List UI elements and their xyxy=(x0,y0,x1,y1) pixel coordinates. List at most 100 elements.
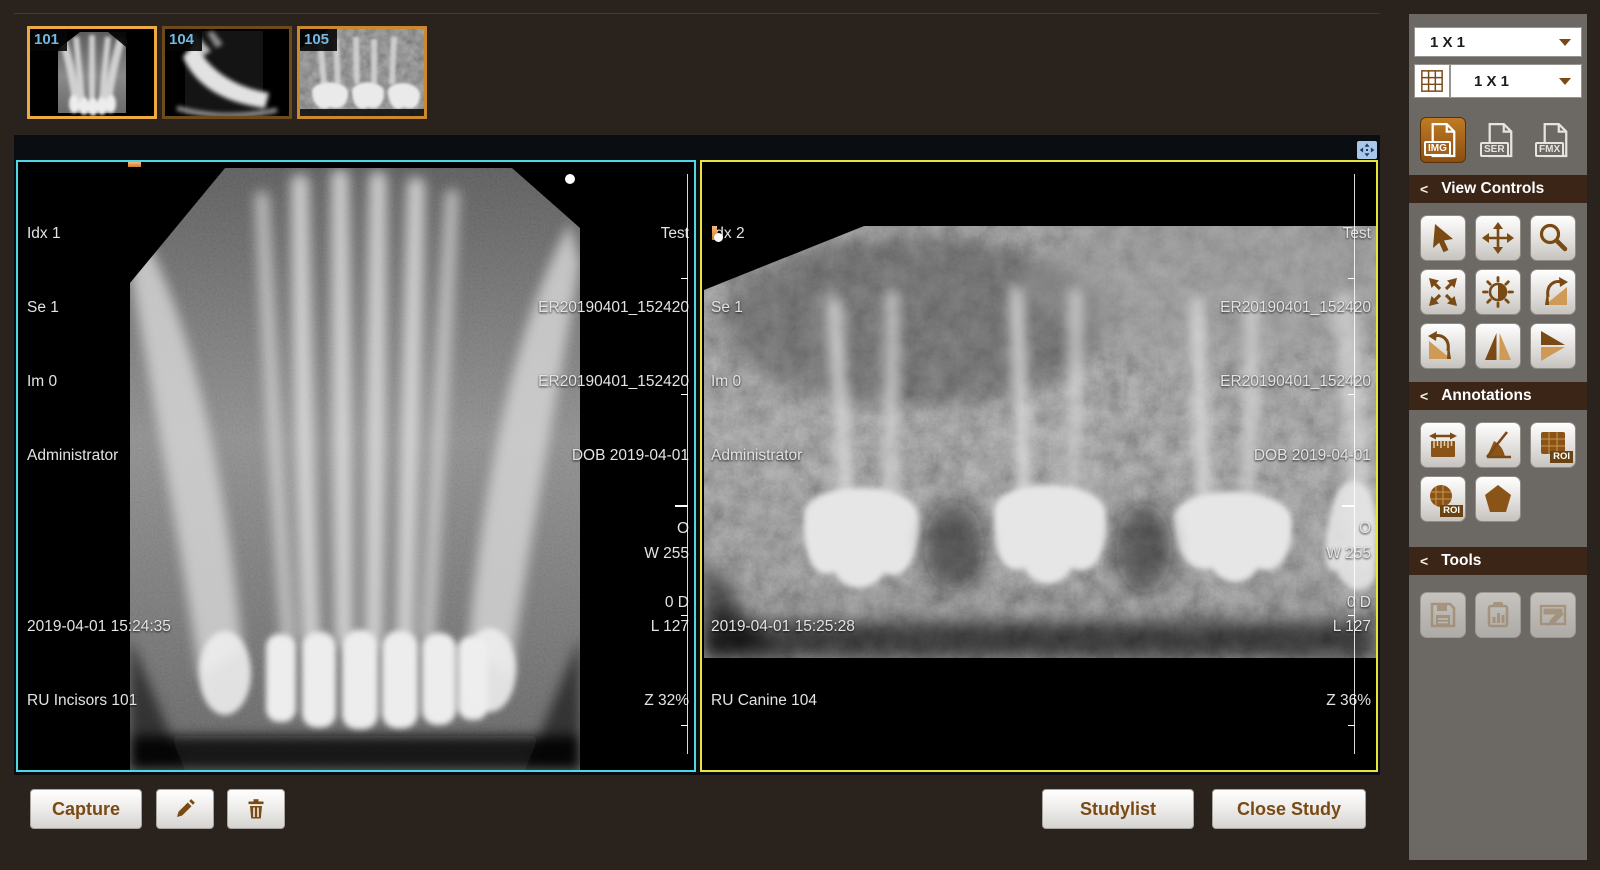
viewport1-info-topleft: Idx 1 Se 1 Im 0 Administrator xyxy=(27,173,118,517)
mode-img-button[interactable]: IMG xyxy=(1420,117,1466,163)
angle-icon xyxy=(1481,428,1515,462)
orientation-dot-marker xyxy=(565,174,575,184)
series-id-label: ER20190401_152420 xyxy=(538,370,689,395)
orientation-tick-marker xyxy=(128,162,141,167)
thumbnail-104[interactable]: 104 xyxy=(162,26,292,119)
capture-button[interactable]: Capture xyxy=(30,789,142,829)
dob-label: DOB 2019-04-01 xyxy=(538,444,689,469)
window-label: W 255 xyxy=(644,542,689,567)
pan-tool-button[interactable] xyxy=(1475,215,1521,261)
level-label: L 127 xyxy=(1326,615,1371,640)
trash-icon xyxy=(244,797,268,821)
mode-ser-label: SER xyxy=(1480,142,1509,157)
collapse-chevron-icon: < xyxy=(1420,388,1428,404)
scale-ruler xyxy=(687,174,688,754)
series-label: Se 1 xyxy=(711,296,802,321)
ellipse-roi-tool-button[interactable]: ROI xyxy=(1420,476,1466,522)
window-label: W 255 xyxy=(1326,542,1371,567)
section-title: View Controls xyxy=(1441,180,1544,198)
polygon-icon xyxy=(1481,482,1515,516)
section-tools[interactable]: < Tools xyxy=(1409,547,1587,575)
series-layout-dropdown[interactable]: 1 X 1 xyxy=(1414,27,1582,57)
level-label: L 127 xyxy=(644,615,689,640)
close-study-label: Close Study xyxy=(1237,799,1341,820)
mode-ser-button[interactable]: SER xyxy=(1477,117,1523,163)
collapse-chevron-icon: < xyxy=(1420,553,1428,569)
flip-horizontal-icon xyxy=(1481,329,1515,363)
viewport1-info-bottomright: W 255 L 127 Z 32% xyxy=(644,492,689,763)
section-title: Tools xyxy=(1441,552,1481,570)
grid-layout-button[interactable] xyxy=(1414,64,1450,98)
section-title: Annotations xyxy=(1441,387,1531,405)
flip-vertical-tool-button[interactable] xyxy=(1530,323,1576,369)
close-study-button[interactable]: Close Study xyxy=(1212,789,1366,829)
patient-label: Test xyxy=(538,222,689,247)
patient-label: Test xyxy=(1220,222,1371,247)
rotate-right-tool-button[interactable] xyxy=(1530,269,1576,315)
magnify-tool-button[interactable] xyxy=(1530,215,1576,261)
top-separator xyxy=(14,13,1380,14)
viewport2-info-topleft: Idx 2 Se 1 Im 0 Administrator xyxy=(711,173,802,517)
dropdown-caret-icon xyxy=(1559,78,1571,85)
delete-button[interactable] xyxy=(227,789,285,829)
acquired-label: 2019-04-01 15:25:28 xyxy=(711,615,855,640)
image-layout-dropdown[interactable]: 1 X 1 xyxy=(1450,64,1582,98)
window-level-tool-button[interactable] xyxy=(1475,269,1521,315)
thumbnail-number: 101 xyxy=(30,29,67,51)
rectangle-roi-tool-button[interactable]: ROI xyxy=(1530,422,1576,468)
polygon-roi-tool-button[interactable] xyxy=(1475,476,1521,522)
operator-label: Administrator xyxy=(711,444,802,469)
section-view-controls[interactable]: < View Controls xyxy=(1409,175,1587,203)
roi-badge: ROI xyxy=(1440,505,1463,517)
section-annotations[interactable]: < Annotations xyxy=(1409,382,1587,410)
orientation-dot-marker xyxy=(714,233,723,242)
save-tool-button[interactable] xyxy=(1420,592,1466,638)
viewport1-info-bottomleft: 2019-04-01 15:24:35 RU Incisors 101 xyxy=(27,566,171,763)
index-label: Idx 2 xyxy=(711,222,802,247)
measure-length-tool-button[interactable] xyxy=(1420,422,1466,468)
pointer-tool-button[interactable] xyxy=(1420,215,1466,261)
image-label: Im 0 xyxy=(711,370,802,395)
viewport-1[interactable]: Idx 1 Se 1 Im 0 Administrator Test ER201… xyxy=(16,160,696,772)
report-edit-icon xyxy=(1536,598,1570,632)
series-layout-value: 1 X 1 xyxy=(1415,34,1465,51)
capture-label: Capture xyxy=(52,799,120,820)
grid-icon xyxy=(1420,69,1444,93)
thumbnail-101[interactable]: 101 xyxy=(27,26,157,119)
contrast-sun-icon xyxy=(1481,275,1515,309)
ruler-arrow-icon xyxy=(1426,428,1460,462)
rotate-left-tool-button[interactable] xyxy=(1420,323,1466,369)
index-label: Idx 1 xyxy=(27,222,118,247)
rotate-left-icon xyxy=(1426,329,1460,363)
series-id-label: ER20190401_152420 xyxy=(1220,370,1371,395)
viewport2-info-bottomleft: 2019-04-01 15:25:28 RU Canine 104 xyxy=(711,566,855,763)
statistics-tool-button[interactable] xyxy=(1475,592,1521,638)
thumbnail-105[interactable]: 105 xyxy=(297,26,427,119)
study-id-label: ER20190401_152420 xyxy=(538,296,689,321)
flip-horizontal-tool-button[interactable] xyxy=(1475,323,1521,369)
fit-arrows-icon xyxy=(1426,275,1460,309)
expand-layout-icon[interactable] xyxy=(1357,141,1377,159)
measure-angle-tool-button[interactable] xyxy=(1475,422,1521,468)
studylist-label: Studylist xyxy=(1080,799,1156,820)
mode-fmx-button[interactable]: FMX xyxy=(1532,117,1578,163)
viewer-canvas: Idx 1 Se 1 Im 0 Administrator Test ER201… xyxy=(14,135,1380,775)
edit-button[interactable] xyxy=(156,789,214,829)
study-id-label: ER20190401_152420 xyxy=(1220,296,1371,321)
fit-tool-button[interactable] xyxy=(1420,269,1466,315)
flip-vertical-icon xyxy=(1536,329,1570,363)
mode-fmx-label: FMX xyxy=(1535,142,1564,157)
zoom-label: Z 32% xyxy=(644,689,689,714)
operator-label: Administrator xyxy=(27,444,118,469)
report-tool-button[interactable] xyxy=(1530,592,1576,638)
roi-badge: ROI xyxy=(1550,451,1573,463)
thumbnail-number: 105 xyxy=(300,29,337,51)
move-arrows-icon xyxy=(1359,143,1375,157)
statistics-icon xyxy=(1481,598,1515,632)
viewport-2[interactable]: Idx 2 Se 1 Im 0 Administrator Test ER201… xyxy=(700,160,1378,772)
pencil-icon xyxy=(173,797,197,821)
studylist-button[interactable]: Studylist xyxy=(1042,789,1194,829)
control-panel: 1 X 1 1 X 1 IMG SER xyxy=(1409,14,1587,860)
pointer-icon xyxy=(1426,221,1460,255)
image-layout-value: 1 X 1 xyxy=(1451,73,1509,90)
